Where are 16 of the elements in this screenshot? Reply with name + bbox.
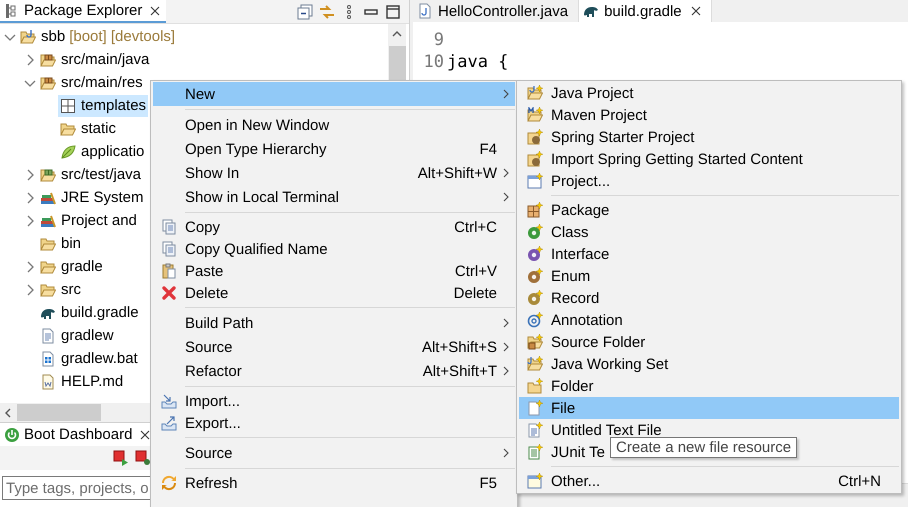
shortcut-text: Alt+Shift+W: [418, 164, 497, 182]
shortcut-text: Delete: [454, 284, 497, 302]
shortcut-text: Ctrl+V: [454, 262, 497, 280]
decoration-text: [boot] [devtools]: [69, 28, 176, 45]
shortcut-text: F5: [479, 474, 497, 492]
tab-title: Package Explorer: [24, 2, 142, 19]
tab-title: Boot Dashboard: [24, 426, 132, 443]
code-line: java {: [447, 52, 508, 72]
shortcut-text: F4: [479, 140, 497, 158]
shortcut-text: Alt+Shift+S: [422, 338, 497, 356]
shortcut-text: Alt+Shift+T: [422, 362, 497, 380]
line-number: 9: [432, 30, 444, 50]
shortcut-text: Ctrl+N: [838, 472, 881, 490]
shortcut-text: Ctrl+C: [454, 218, 497, 236]
line-number: 10: [422, 52, 444, 72]
tooltip: Create a new file resource: [610, 437, 798, 458]
